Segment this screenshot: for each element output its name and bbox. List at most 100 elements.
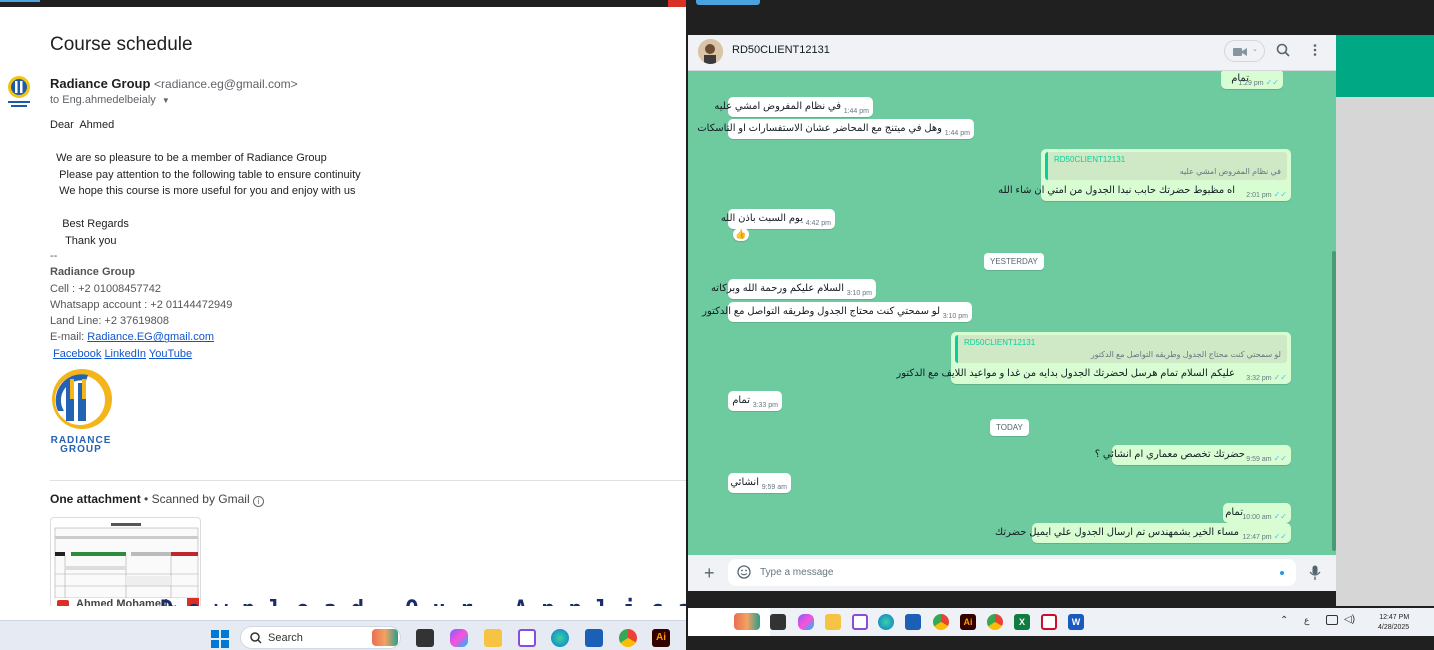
excel-icon[interactable]: X: [1014, 614, 1030, 630]
quote-text: في نظام المفروض امشي عليه: [1179, 167, 1281, 176]
attachment-card[interactable]: [50, 517, 201, 606]
attach-plus-icon[interactable]: +: [704, 564, 715, 582]
chrome-icon[interactable]: [933, 614, 949, 630]
sender-name[interactable]: Radiance Group: [50, 76, 150, 91]
search-icon[interactable]: [1276, 43, 1290, 57]
message-time: 9:59 am: [761, 484, 787, 491]
message-time: 12:47 pm ✓✓: [1242, 532, 1287, 541]
read-ticks-icon: ✓✓: [1273, 454, 1287, 463]
sender-line: Radiance Group <radiance.eg@gmail.com>: [50, 76, 298, 91]
illustrator-icon[interactable]: Ai: [652, 629, 670, 647]
taskbar-search-box[interactable]: [688, 608, 770, 636]
signature-company: Radiance Group: [50, 266, 135, 279]
outgoing-reply-message[interactable]: RD50CLIENT12131 في نظام المفروض امشي علي…: [998, 149, 1291, 201]
task-view-icon[interactable]: [416, 629, 434, 647]
message-time: 4:42 pm: [805, 220, 831, 227]
chat-header: RD50CLIENT12131 ⌄: [688, 35, 1336, 71]
word-icon[interactable]: W: [1068, 614, 1084, 630]
chrome-icon[interactable]: [619, 629, 637, 647]
incoming-message[interactable]: السلام عليكم ورحمة الله وبركاته 3:10 pm: [711, 279, 876, 299]
time-text: 1:29 pm: [1238, 80, 1264, 87]
network-icon[interactable]: [1326, 615, 1338, 625]
body-line: Best Regards: [50, 218, 129, 230]
emoji-icon[interactable]: [737, 565, 751, 579]
email-view: Course schedule Radiance Group <radiance…: [0, 7, 686, 606]
recipient-line[interactable]: to Eng.ahmedelbeialy ▼: [50, 94, 170, 106]
more-options-icon[interactable]: [1308, 43, 1322, 57]
chat-messages-area[interactable]: تمام 1:29 pm ✓✓ في نظام المفروض امشي عليه…: [688, 71, 1336, 555]
taskbar-search-box[interactable]: Search: [240, 626, 401, 649]
social-links: Facebook LinkedIn YouTube: [50, 346, 232, 362]
signature-dash: --: [50, 250, 58, 262]
pdf-icon: [57, 600, 69, 606]
outgoing-message[interactable]: تمام 10:00 am ✓✓: [1223, 503, 1291, 523]
video-call-button[interactable]: ⌄: [1224, 40, 1265, 62]
chat-compose-bar: + Type a message: [688, 555, 1336, 591]
time-text: 9:59 am: [1246, 456, 1272, 463]
clock-time: 12:47 PM: [1379, 614, 1410, 621]
email-link[interactable]: Radiance.EG@gmail.com: [87, 331, 214, 343]
incoming-message[interactable]: انشائي 9:59 am: [728, 473, 791, 493]
message-text: تمام: [732, 395, 750, 406]
message-time: 3:32 pm ✓✓: [1246, 373, 1287, 382]
outgoing-message[interactable]: تمام 1:29 pm ✓✓: [1221, 71, 1283, 89]
status-dot-icon: [1280, 571, 1284, 575]
body-line: We hope this course is more useful for y…: [50, 185, 356, 197]
edge-icon[interactable]: [551, 629, 569, 647]
message-time: 3:10 pm: [942, 313, 968, 320]
file-explorer-icon[interactable]: [484, 629, 502, 647]
linkedin-link[interactable]: LinkedIn: [104, 348, 146, 360]
message-text: انشائي: [730, 477, 759, 488]
read-ticks-icon: ✓✓: [1273, 532, 1287, 541]
notepad-icon[interactable]: [585, 629, 603, 647]
snipping-tool-icon[interactable]: [852, 614, 868, 630]
chevron-up-icon[interactable]: ⌃: [1280, 615, 1288, 626]
incoming-message[interactable]: يوم السبت باذن الله 4:42 pm: [721, 209, 835, 229]
body-line: We are so pleasure to be a member of Rad…: [50, 152, 327, 164]
search-highlight-icon: [372, 629, 398, 646]
attachment-thumbnail: [54, 523, 199, 599]
outgoing-reply-message[interactable]: RD50CLIENT12131 لو سمحتي كنت محتاج الجدو…: [896, 332, 1291, 384]
task-view-icon[interactable]: [770, 614, 786, 630]
youtube-link[interactable]: YouTube: [149, 348, 192, 360]
facebook-link[interactable]: Facebook: [53, 348, 101, 360]
microphone-icon[interactable]: [1308, 565, 1322, 581]
quoted-message[interactable]: RD50CLIENT12131 في نظام المفروض امشي علي…: [1045, 152, 1287, 180]
day-separator: YESTERDAY: [984, 253, 1044, 270]
time-text: 12:47 pm: [1242, 534, 1272, 541]
reaction-badge[interactable]: 👍: [733, 228, 749, 241]
incoming-message[interactable]: لو سمحتي كنت محتاج الجدول وطريقه التواصل…: [702, 302, 972, 322]
outgoing-message[interactable]: مساء الخير بشمهندس تم ارسال الجدول علي ا…: [995, 523, 1291, 543]
contact-avatar[interactable]: [698, 39, 723, 64]
system-clock[interactable]: 12:47 PM 4/28/2025: [1378, 613, 1409, 633]
signature-landline: Land Line: +2 37619808: [50, 315, 169, 328]
message-input[interactable]: Type a message: [728, 559, 1296, 586]
edge-icon[interactable]: [878, 614, 894, 630]
snipping-tool-icon[interactable]: [518, 629, 536, 647]
speaker-icon[interactable]: ◁): [1344, 614, 1355, 625]
contact-name[interactable]: RD50CLIENT12131: [732, 44, 830, 56]
outgoing-message[interactable]: حضرتك تخصص معماري ام انشائي ؟ 9:59 am ✓✓: [1095, 445, 1291, 465]
chrome-profile-icon[interactable]: [987, 614, 1003, 630]
desktop: Course schedule Radiance Group <radiance…: [0, 0, 1434, 650]
close-window-button[interactable]: [668, 0, 686, 7]
incoming-message[interactable]: في نظام المفروض امشي عليه 1:44 pm: [714, 97, 873, 117]
info-icon[interactable]: i: [252, 496, 264, 507]
notepad-icon[interactable]: [905, 614, 921, 630]
attachments-divider: [50, 480, 686, 481]
copilot-icon[interactable]: [450, 629, 468, 647]
email-body: Dear Ahmed We are so pleasure to be a me…: [50, 117, 361, 249]
windows-start-icon[interactable]: [211, 630, 229, 648]
sender-avatar[interactable]: [5, 75, 33, 111]
incoming-message[interactable]: تمام 3:33 pm: [728, 391, 782, 411]
signature-whatsapp: Whatsapp account : +2 01144472949: [50, 298, 233, 311]
incoming-message[interactable]: وهل في ميتنج مع المحاضر عشان الاستفسارات…: [697, 119, 974, 139]
language-indicator[interactable]: ع: [1304, 615, 1309, 626]
message-time: 1:29 pm ✓✓: [1238, 78, 1279, 87]
copilot-icon[interactable]: [798, 614, 814, 630]
mcafee-icon[interactable]: [1041, 614, 1057, 630]
illustrator-icon[interactable]: Ai: [960, 614, 976, 630]
chevron-down-icon[interactable]: ▼: [162, 96, 170, 105]
file-explorer-icon[interactable]: [825, 614, 841, 630]
quoted-message[interactable]: RD50CLIENT12131 لو سمحتي كنت محتاج الجدو…: [955, 335, 1287, 363]
